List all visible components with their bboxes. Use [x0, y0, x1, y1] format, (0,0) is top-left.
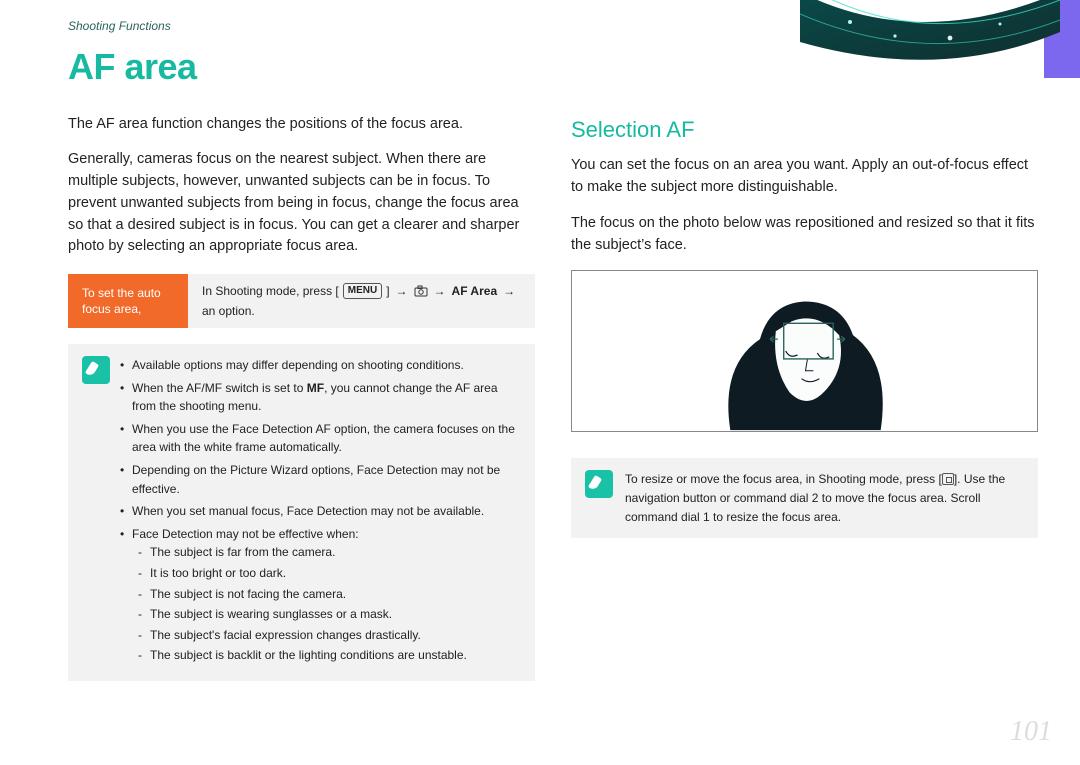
sub-note-item: The subject's facial expression changes … [132, 626, 521, 645]
menu-icon: MENU [343, 283, 382, 299]
note-box-left: Available options may differ depending o… [68, 344, 535, 681]
instruction-body: In Shooting mode, press [ MENU ] → → AF … [188, 274, 535, 328]
note-item: Depending on the Picture Wizard options,… [120, 461, 521, 498]
instr-text-mid: ] [386, 282, 389, 300]
example-photo [571, 270, 1038, 432]
arrow-icon: → [394, 282, 410, 300]
pen-icon [585, 470, 613, 498]
note-box-right: To resize or move the focus area, in Sho… [571, 458, 1038, 538]
note-text: To resize or move the focus area, in Sho… [625, 470, 1024, 526]
intro-paragraph-1: The AF area function changes the positio… [68, 114, 535, 136]
page-number: 101 [1010, 712, 1052, 753]
arrow-icon: → [501, 282, 517, 300]
note-item: When you use the Face Detection AF optio… [120, 420, 521, 457]
instruction-label: To set the auto focus area, [68, 274, 188, 328]
sub-note-item: The subject is wearing sunglasses or a m… [132, 605, 521, 624]
note-body: Available options may differ depending o… [120, 356, 521, 669]
right-column: Selection AF You can set the focus on an… [571, 114, 1038, 681]
arrow-icon: → [432, 282, 448, 300]
instr-text-post: an option. [202, 302, 255, 320]
breadcrumb: Shooting Functions [0, 0, 1080, 35]
sub-note-item: The subject is far from the camera. [132, 543, 521, 562]
instr-text-pre: In Shooting mode, press [ [202, 282, 339, 300]
note-item: When you set manual focus, Face Detectio… [120, 502, 521, 521]
intro-paragraph-2: Generally, cameras focus on the nearest … [68, 149, 535, 258]
camera-icon [414, 284, 428, 298]
page-title: AF area [0, 35, 1080, 113]
note-item: Available options may differ depending o… [120, 356, 521, 375]
right-paragraph-1: You can set the focus on an area you wan… [571, 155, 1038, 199]
ok-button-icon [942, 473, 954, 485]
right-paragraph-2: The focus on the photo below was reposit… [571, 213, 1038, 257]
note-item-label: Face Detection may not be effective when… [132, 527, 359, 541]
section-heading: Selection AF [571, 114, 1038, 146]
left-column: The AF area function changes the positio… [68, 114, 535, 681]
note-text-pre: To resize or move the focus area, in Sho… [625, 472, 942, 486]
sub-note-item: The subject is backlit or the lighting c… [132, 646, 521, 665]
sub-note-item: It is too bright or too dark. [132, 564, 521, 583]
sub-note-item: The subject is not facing the camera. [132, 585, 521, 604]
pen-icon [82, 356, 110, 384]
note-item: Face Detection may not be effective when… [120, 525, 521, 665]
instr-af-area: AF Area [452, 282, 498, 300]
note-item: When the AF/MF switch is set to MF, you … [120, 379, 521, 416]
instruction-row: To set the auto focus area, In Shooting … [68, 274, 535, 328]
